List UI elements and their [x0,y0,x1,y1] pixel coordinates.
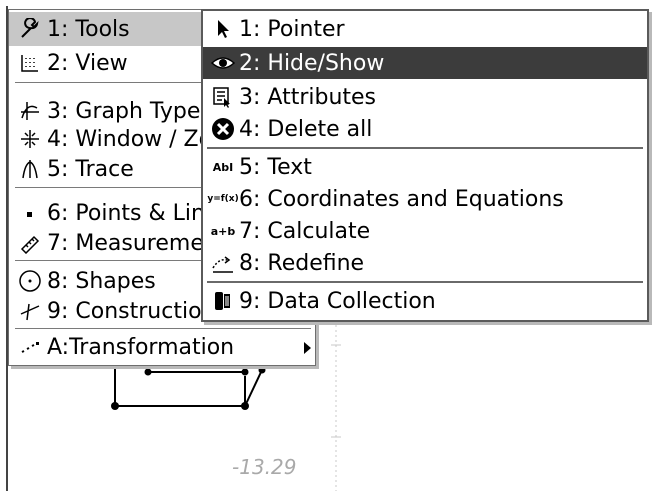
shape-point [111,402,119,410]
redefine-icon [209,249,237,277]
submenu-item-delete-all[interactable]: 4: Delete all [203,113,647,145]
main-menu-label: 8: Shapes [47,268,156,294]
submenu-arrow-icon [304,342,311,354]
submenu-item-data-collection[interactable]: 9: Data Collection [203,285,647,317]
construction-icon [17,298,43,324]
text-icon: AbI [212,160,234,174]
data-collection-icon [209,287,237,315]
main-menu-label: A:Transformation [47,334,235,360]
trace-icon [17,156,43,182]
submenu-divider [207,147,643,149]
submenu-item-calculate[interactable]: a+b 7: Calculate [203,215,647,247]
submenu-item-attributes[interactable]: 3: Attributes [203,81,647,113]
shape-point [241,368,249,376]
submenu-label: 1: Pointer [239,16,345,42]
main-menu-label: 5: Trace [47,156,134,182]
submenu-label: 9: Data Collection [239,288,436,314]
graph-type-icon [17,98,43,124]
submenu-item-redefine[interactable]: 8: Redefine [203,247,647,279]
wrench-icon [17,16,43,42]
submenu-divider [207,281,643,283]
eye-icon [209,49,237,77]
axis-value-label: -13.29 [232,455,297,479]
submenu-label: 4: Delete all [239,116,373,142]
grid-view-icon [17,50,43,76]
shape-point [144,368,152,376]
shape-point [241,402,249,410]
submenu-label: 8: Redefine [239,250,365,276]
submenu-item-text[interactable]: AbI 5: Text [203,151,647,183]
submenu-item-coordinates-equations[interactable]: y=f(x) 6: Coordinates and Equations [203,183,647,215]
shape-point [258,366,266,374]
main-menu-label: 3: Graph Type [47,98,201,124]
pointer-icon [209,15,237,43]
main-menu-label: 1: Tools [47,16,130,42]
window-zoom-icon [17,126,43,152]
coordinates-icon: y=f(x) [207,194,239,204]
submenu-label: 3: Attributes [239,84,377,110]
submenu-item-pointer[interactable]: 1: Pointer [203,13,647,45]
submenu-label: 2: Hide/Show [239,50,385,76]
circle-shape-icon [17,268,43,294]
transformation-icon [17,334,43,360]
submenu-label: 6: Coordinates and Equations [239,186,564,212]
shape-right-slant [244,369,263,407]
tools-submenu: 1: Pointer 2: Hide/Show 3: Attributes 4:… [201,9,649,322]
main-menu-label: 7: Measurement [47,230,227,256]
main-menu-item-transformation[interactable]: A:Transformation [9,330,317,364]
calculate-icon: a+b [210,224,236,238]
submenu-item-hide-show[interactable]: 2: Hide/Show [203,47,647,79]
ruler-icon [17,230,43,256]
point-icon [17,200,43,226]
main-menu-label: 9: Construction [47,298,216,324]
delete-icon [209,115,237,143]
submenu-label: 7: Calculate [239,218,371,244]
attributes-icon [209,83,237,111]
menu-divider [15,328,311,329]
main-menu-label: 2: View [47,50,128,76]
submenu-label: 5: Text [239,154,312,180]
